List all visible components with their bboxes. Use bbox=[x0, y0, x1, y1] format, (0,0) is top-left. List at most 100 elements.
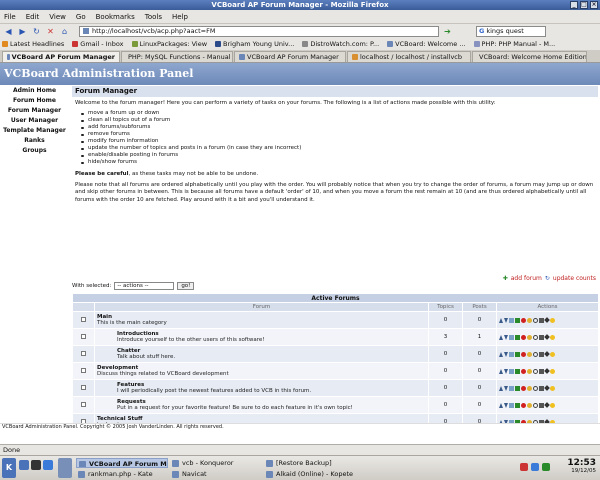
move-down-icon[interactable] bbox=[504, 317, 508, 323]
sidebar-item-forum-manager[interactable]: Forum Manager bbox=[0, 106, 69, 116]
show-hide-icon[interactable] bbox=[550, 368, 555, 374]
tray-icon[interactable] bbox=[520, 463, 528, 471]
redirect-icon[interactable] bbox=[544, 351, 550, 357]
delete-icon[interactable] bbox=[521, 351, 526, 357]
k-menu-button[interactable]: K bbox=[2, 458, 16, 478]
permissions-icon[interactable] bbox=[527, 385, 532, 391]
forward-arrow-icon[interactable]: ▶ bbox=[17, 26, 28, 37]
move-up-icon[interactable] bbox=[499, 334, 503, 340]
bookmark-item[interactable]: VCBoard: Welcome ... bbox=[387, 40, 466, 48]
view-icon[interactable] bbox=[533, 402, 538, 408]
move-up-icon[interactable] bbox=[499, 402, 503, 408]
bulk-action-select[interactable]: -- actions -- bbox=[114, 282, 175, 290]
delete-icon[interactable] bbox=[521, 334, 526, 340]
view-icon[interactable] bbox=[533, 334, 538, 340]
add-subforum-icon[interactable] bbox=[515, 385, 520, 391]
move-down-icon[interactable] bbox=[504, 385, 508, 391]
show-hide-icon[interactable] bbox=[550, 385, 555, 391]
task-firefox[interactable]: VCBoard AP Forum Ma... bbox=[76, 458, 168, 468]
permissions-icon[interactable] bbox=[527, 351, 532, 357]
add-subforum-icon[interactable] bbox=[515, 334, 520, 340]
view-icon[interactable] bbox=[533, 385, 538, 391]
edit-icon[interactable] bbox=[509, 334, 514, 340]
row-checkbox[interactable] bbox=[81, 333, 86, 339]
row-checkbox[interactable] bbox=[81, 350, 86, 356]
add-subforum-icon[interactable] bbox=[515, 351, 520, 357]
go-arrow-icon[interactable]: ➔ bbox=[442, 26, 453, 37]
sidebar-item-admin-home[interactable]: Admin Home bbox=[0, 86, 69, 96]
add-forum-link[interactable]: add forum bbox=[511, 275, 542, 282]
move-up-icon[interactable] bbox=[499, 351, 503, 357]
tray-icon[interactable] bbox=[531, 463, 539, 471]
menu-view[interactable]: View bbox=[49, 13, 66, 21]
tab-forum-manager-2[interactable]: VCBoard AP Forum Manager bbox=[234, 51, 346, 62]
bookmark-item[interactable]: Gmail - Inbox bbox=[72, 40, 124, 48]
close-button[interactable]: × bbox=[590, 1, 598, 9]
edit-icon[interactable] bbox=[509, 402, 514, 408]
tray-icon[interactable] bbox=[542, 463, 550, 471]
sidebar-item-template-manager[interactable]: Template Manager bbox=[0, 126, 69, 136]
pager-icon[interactable] bbox=[58, 458, 72, 478]
show-hide-icon[interactable] bbox=[550, 402, 555, 408]
move-up-icon[interactable] bbox=[499, 317, 503, 323]
edit-icon[interactable] bbox=[509, 351, 514, 357]
permissions-icon[interactable] bbox=[527, 368, 532, 374]
minimize-button[interactable]: _ bbox=[570, 1, 578, 9]
show-hide-icon[interactable] bbox=[550, 351, 555, 357]
task-kate[interactable]: rankman.php - Kate bbox=[76, 469, 168, 479]
move-down-icon[interactable] bbox=[504, 334, 508, 340]
add-subforum-icon[interactable] bbox=[515, 402, 520, 408]
url-field[interactable]: http://localhost/vcb/acp.php?aact=FM bbox=[79, 25, 439, 37]
menu-file[interactable]: File bbox=[4, 13, 16, 21]
menu-tools[interactable]: Tools bbox=[145, 13, 162, 21]
row-checkbox[interactable] bbox=[81, 316, 86, 322]
menu-go[interactable]: Go bbox=[76, 13, 86, 21]
tab-phpmyadmin[interactable]: localhost / localhost / installvcb bbox=[347, 51, 471, 62]
edit-icon[interactable] bbox=[509, 368, 514, 374]
task-kopete[interactable]: Alkaid (Online) - Kopete bbox=[264, 469, 374, 479]
task-konqueror[interactable]: vcb - Konqueror bbox=[170, 458, 262, 468]
search-field[interactable]: G kings quest bbox=[476, 25, 546, 37]
delete-icon[interactable] bbox=[521, 368, 526, 374]
move-up-icon[interactable] bbox=[499, 368, 503, 374]
move-down-icon[interactable] bbox=[504, 351, 508, 357]
row-checkbox[interactable] bbox=[81, 384, 86, 390]
stop-icon[interactable]: ✕ bbox=[45, 26, 56, 37]
bookmark-item[interactable]: LinuxPackages: View bbox=[131, 40, 207, 48]
menu-bookmarks[interactable]: Bookmarks bbox=[96, 13, 135, 21]
menu-edit[interactable]: Edit bbox=[26, 13, 40, 21]
redirect-icon[interactable] bbox=[544, 317, 550, 323]
view-icon[interactable] bbox=[533, 317, 538, 323]
reload-icon[interactable]: ↻ bbox=[31, 26, 42, 37]
row-checkbox[interactable] bbox=[81, 401, 86, 407]
move-down-icon[interactable] bbox=[504, 368, 508, 374]
maximize-button[interactable]: □ bbox=[580, 1, 588, 9]
add-subforum-icon[interactable] bbox=[515, 368, 520, 374]
terminal-icon[interactable] bbox=[31, 460, 41, 470]
permissions-icon[interactable] bbox=[527, 402, 532, 408]
task-restore-backup[interactable]: [Restore Backup] bbox=[264, 458, 356, 468]
browser-icon[interactable] bbox=[43, 460, 53, 470]
delete-icon[interactable] bbox=[521, 317, 526, 323]
move-down-icon[interactable] bbox=[504, 402, 508, 408]
update-counts-link[interactable]: update counts bbox=[553, 275, 596, 282]
bookmark-item[interactable]: PHP: PHP Manual - M... bbox=[473, 40, 555, 48]
permissions-icon[interactable] bbox=[527, 317, 532, 323]
tab-forum-manager[interactable]: VCBoard AP Forum Manager bbox=[2, 51, 120, 62]
sidebar-item-user-manager[interactable]: User Manager bbox=[0, 116, 69, 126]
row-checkbox[interactable] bbox=[81, 367, 86, 373]
sidebar-item-groups[interactable]: Groups bbox=[0, 146, 69, 156]
add-subforum-icon[interactable] bbox=[515, 317, 520, 323]
show-hide-icon[interactable] bbox=[550, 317, 555, 323]
view-icon[interactable] bbox=[533, 368, 538, 374]
view-icon[interactable] bbox=[533, 351, 538, 357]
redirect-icon[interactable] bbox=[544, 402, 550, 408]
permissions-icon[interactable] bbox=[527, 334, 532, 340]
sidebar-item-ranks[interactable]: Ranks bbox=[0, 136, 69, 146]
clock[interactable]: 12:53 19/12/05 bbox=[567, 458, 596, 474]
bookmark-item[interactable]: DistroWatch.com: P... bbox=[302, 40, 379, 48]
edit-icon[interactable] bbox=[509, 385, 514, 391]
sidebar-item-forum-home[interactable]: Forum Home bbox=[0, 96, 69, 106]
bookmark-item[interactable]: Latest Headlines bbox=[2, 40, 64, 48]
menu-help[interactable]: Help bbox=[172, 13, 188, 21]
